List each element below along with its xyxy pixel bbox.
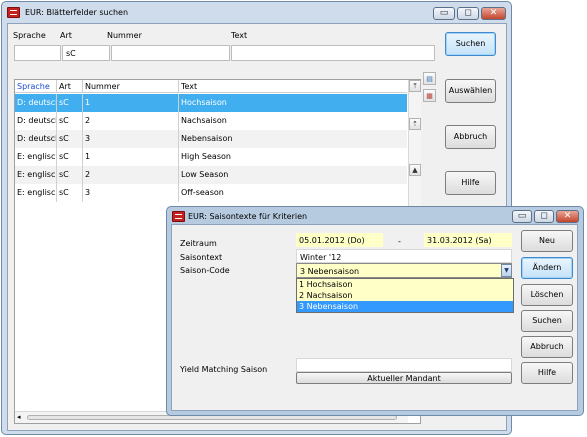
header-nummer[interactable]: Nummer: [83, 80, 179, 93]
saison-dialog: EUR: Saisontexte für Kriterien ▭ ◻ ✕ Zei…: [166, 206, 584, 416]
scroll-top-icon[interactable]: ⤒: [409, 80, 421, 92]
saison-code-dropdown: 1 Hochsaison 2 Nachsaison 3 Nebensaison: [296, 278, 514, 313]
text-filter-input[interactable]: [231, 45, 435, 61]
loeschen-button[interactable]: Löschen: [521, 284, 573, 306]
sprache-filter-input[interactable]: [14, 45, 61, 61]
header-sprache[interactable]: Sprache: [15, 80, 57, 93]
yield-matching-field[interactable]: [296, 358, 512, 372]
date-from-field[interactable]: 05.01.2012 (Do): [296, 233, 383, 247]
main-titlebar[interactable]: EUR: Blätterfelder suchen ▭ ◻ ✕: [2, 2, 511, 22]
table-row[interactable]: D: deutsch sC 3 Nebensaison: [15, 130, 407, 148]
main-window-title: EUR: Blätterfelder suchen: [25, 8, 129, 17]
cell-nummer: 1: [83, 94, 179, 112]
cell-sprache: E: englisch: [15, 184, 57, 202]
date-separator: -: [398, 237, 401, 246]
cell-art: sC: [57, 130, 83, 148]
auswaehlen-button[interactable]: Auswählen: [445, 79, 496, 103]
cell-text: Nebensaison: [181, 134, 233, 143]
cell-text: High Season: [181, 152, 231, 161]
cell-nummer: 3: [83, 130, 179, 148]
table-row[interactable]: E: englisch sC 1 High Season: [15, 148, 407, 166]
label-yield-matching-saison: Yield Matching Saison: [180, 365, 268, 374]
table-row[interactable]: E: englisch sC 2 Low Season: [15, 166, 407, 184]
dropdown-option[interactable]: 1 Hochsaison: [297, 279, 513, 290]
label-saison-code: Saison-Code: [180, 266, 230, 275]
cell-sprache: D: deutsch: [15, 94, 57, 112]
dialog-suchen-button[interactable]: Suchen: [521, 310, 573, 332]
label-zeitraum: Zeitraum: [180, 239, 217, 248]
art-filter-input[interactable]: sC: [62, 45, 110, 61]
aendern-button[interactable]: Ändern: [521, 257, 573, 279]
saison-code-select[interactable]: 3 Nebensaison: [296, 263, 512, 278]
table-header: Sprache Art Nummer Text: [15, 80, 407, 93]
cell-nummer: 3: [83, 184, 179, 202]
cell-art: sC: [57, 184, 83, 202]
cell-sprache: E: englisch: [15, 166, 57, 184]
cell-art: sC: [57, 148, 83, 166]
dialog-title: EUR: Saisontexte für Kriterien: [188, 212, 308, 221]
label-sprache: Sprache: [13, 31, 46, 40]
cell-text: Low Season: [181, 170, 229, 179]
dialog-client-area: Zeitraum Saisontext Saison-Code Yield Ma…: [171, 224, 578, 411]
scroll-left-icon[interactable]: ◂: [17, 413, 21, 421]
label-text: Text: [231, 31, 248, 40]
aktueller-mandant-button[interactable]: Aktueller Mandant: [296, 372, 512, 384]
hilfe-button[interactable]: Hilfe: [445, 171, 496, 195]
dialog-app-icon: [172, 211, 185, 222]
minimize-icon[interactable]: ▭: [433, 7, 455, 20]
abbruch-button[interactable]: Abbruch: [445, 125, 496, 149]
cell-text: Nachsaison: [181, 116, 227, 125]
dialog-close-icon[interactable]: ✕: [556, 210, 579, 223]
dialog-minimize-icon[interactable]: ▭: [512, 210, 532, 223]
cell-nummer: 2: [83, 166, 179, 184]
dropdown-option[interactable]: 3 Nebensaison: [297, 301, 513, 312]
cell-nummer: 1: [83, 148, 179, 166]
cell-art: sC: [57, 112, 83, 130]
chevron-down-icon[interactable]: ▼: [501, 264, 512, 277]
cell-text: Off-season: [181, 188, 224, 197]
maximize-icon[interactable]: ◻: [457, 7, 479, 20]
nummer-filter-input[interactable]: [111, 45, 230, 61]
label-saisontext: Saisontext: [180, 253, 223, 262]
saison-code-value: 3 Nebensaison: [300, 267, 360, 276]
suchen-button[interactable]: Suchen: [445, 32, 496, 56]
table-row[interactable]: D: deutsch sC 2 Nachsaison: [15, 112, 407, 130]
cell-sprache: E: englisch: [15, 148, 57, 166]
cell-art: sC: [57, 166, 83, 184]
label-art: Art: [60, 31, 72, 40]
cell-sprache: D: deutsch: [15, 112, 57, 130]
header-text[interactable]: Text: [179, 80, 407, 93]
page-up-icon[interactable]: ⇡: [409, 118, 421, 130]
dialog-hilfe-button[interactable]: Hilfe: [521, 362, 573, 384]
label-nummer: Nummer: [107, 31, 142, 40]
cell-art: sC: [57, 94, 83, 112]
cell-sprache: D: deutsch: [15, 130, 57, 148]
grid-export-icon[interactable]: ▦: [423, 89, 436, 102]
saisontext-field[interactable]: Winter '12: [296, 249, 512, 263]
dialog-maximize-icon[interactable]: ◻: [534, 210, 554, 223]
table-row[interactable]: E: englisch sC 3 Off-season: [15, 184, 407, 202]
header-art[interactable]: Art: [57, 80, 83, 93]
neu-button[interactable]: Neu: [521, 230, 573, 252]
close-icon[interactable]: ✕: [481, 7, 506, 20]
table-row[interactable]: D: deutsch sC 1 Hochsaison: [15, 94, 407, 112]
cell-text: Hochsaison: [181, 98, 227, 107]
grid-config-icon[interactable]: ▤: [423, 72, 436, 85]
dialog-abbruch-button[interactable]: Abbruch: [521, 336, 573, 358]
dropdown-option[interactable]: 2 Nachsaison: [297, 290, 513, 301]
scroll-up-icon[interactable]: ▲: [409, 164, 421, 176]
app-icon: [7, 7, 20, 18]
date-to-field[interactable]: 31.03.2012 (Sa): [424, 233, 512, 247]
cell-nummer: 2: [83, 112, 179, 130]
